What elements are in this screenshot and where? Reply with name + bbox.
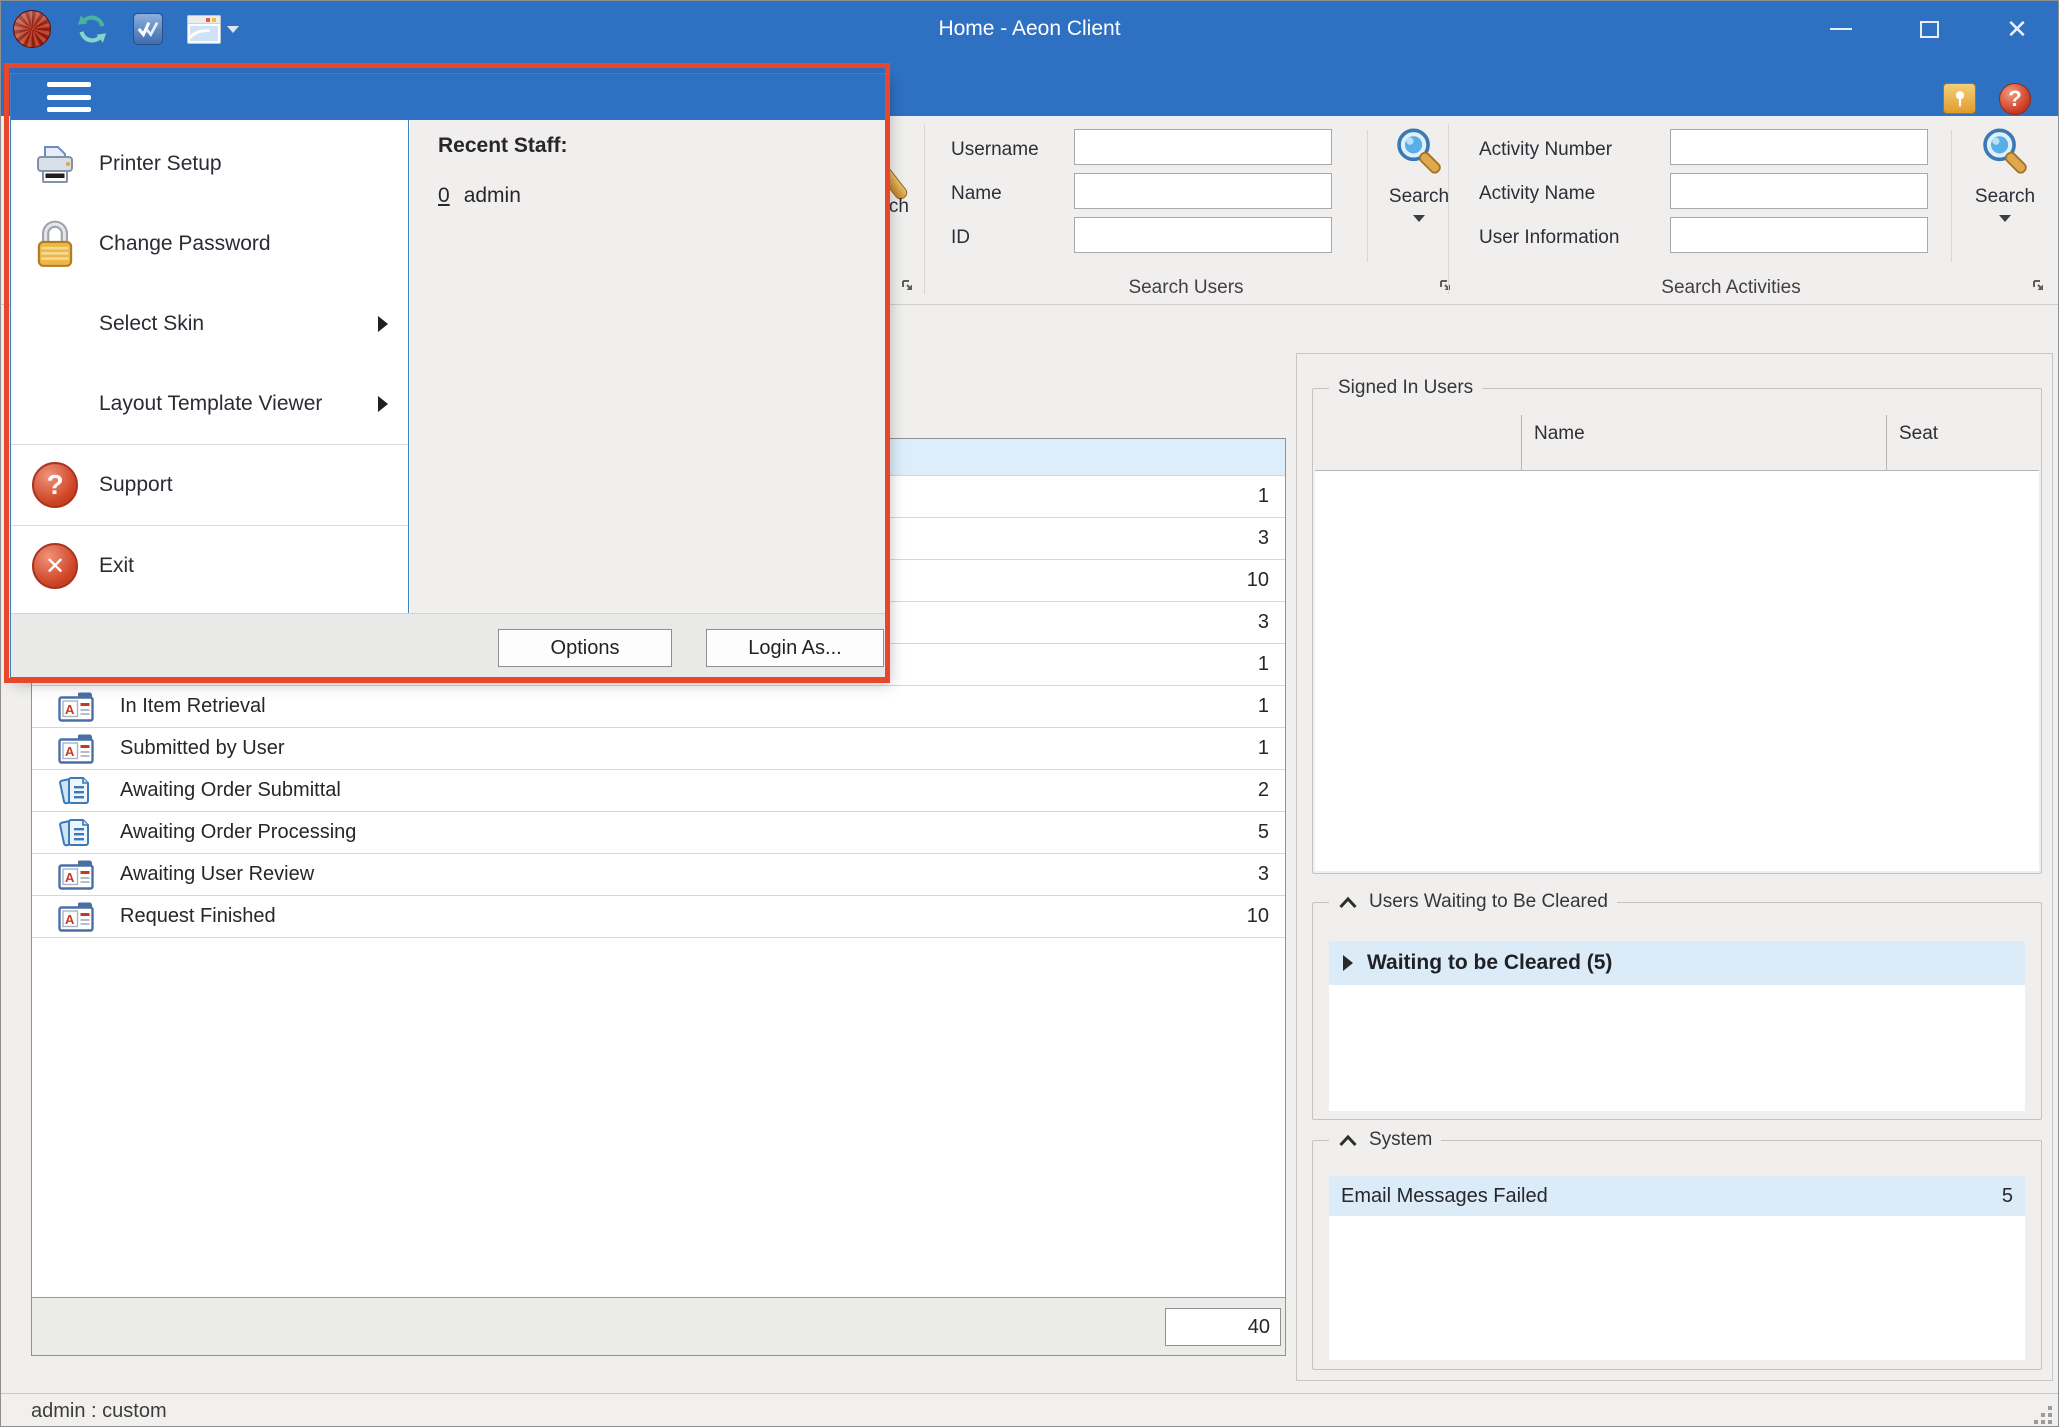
- status-bar: admin : custom: [1, 1393, 2058, 1427]
- request-icon: [58, 858, 94, 891]
- printer-icon: [31, 140, 79, 188]
- user-information-label: User Information: [1479, 227, 1619, 249]
- id-input[interactable]: [1074, 217, 1332, 253]
- right-panel: Signed In Users Name Seat Users Waiting …: [1296, 353, 2053, 1381]
- titlebar: Home - Aeon Client ✕: [1, 1, 2058, 57]
- table-row[interactable]: Awaiting Order Processing 5: [32, 812, 1285, 854]
- activity-number-label: Activity Number: [1479, 139, 1612, 161]
- collapse-chevron-icon[interactable]: [1338, 896, 1358, 909]
- submenu-arrow-icon: [378, 316, 388, 332]
- signed-in-users-group: Signed In Users Name Seat: [1312, 388, 2042, 874]
- waiting-to-be-cleared-band[interactable]: Waiting to be Cleared (5): [1329, 941, 2025, 985]
- email-messages-failed-band[interactable]: Email Messages Failed 5: [1329, 1176, 2025, 1216]
- user-information-input[interactable]: [1670, 217, 1928, 253]
- users-waiting-group: Users Waiting to Be Cleared Waiting to b…: [1312, 902, 2042, 1120]
- column-header-name[interactable]: Name: [1521, 415, 1886, 470]
- table-row[interactable]: Awaiting User Review 3: [32, 854, 1285, 896]
- search-activities-group-label: Search Activities: [1448, 277, 2014, 301]
- total-count: 40: [1165, 1308, 1281, 1346]
- activity-name-input[interactable]: [1670, 173, 1928, 209]
- system-body[interactable]: [1329, 1216, 2025, 1360]
- activity-number-input[interactable]: [1670, 129, 1928, 165]
- list-total-strip: 40: [32, 1297, 1285, 1355]
- request-icon: [58, 900, 94, 933]
- menu-item-change-password[interactable]: Change Password: [11, 204, 408, 284]
- status-user: admin : custom: [31, 1400, 167, 1423]
- menu-item-layout-template-viewer[interactable]: Layout Template Viewer: [11, 364, 408, 444]
- pin-ribbon-icon[interactable]: [1943, 83, 1976, 114]
- menu-item-printer-setup[interactable]: Printer Setup: [11, 124, 408, 204]
- group-separator: [924, 124, 925, 294]
- menu-item-select-skin[interactable]: Select Skin: [11, 284, 408, 364]
- login-as-button[interactable]: Login As...: [706, 629, 884, 667]
- minimize-button[interactable]: [1828, 16, 1854, 42]
- table-row[interactable]: Awaiting Order Submittal 2: [32, 770, 1285, 812]
- column-header[interactable]: [1315, 415, 1521, 470]
- hamburger-menu-icon[interactable]: [47, 82, 91, 112]
- order-icon: [58, 774, 94, 807]
- group-separator: [1448, 124, 1449, 294]
- signed-in-users-title: Signed In Users: [1338, 377, 1473, 399]
- table-row[interactable]: In Item Retrieval 1: [32, 686, 1285, 728]
- menu-item-exit[interactable]: ✕ Exit: [11, 526, 408, 606]
- search-icon: [1976, 124, 2034, 182]
- search-users-group-label: Search Users: [924, 277, 1448, 301]
- users-waiting-title: Users Waiting to Be Cleared: [1369, 891, 1608, 913]
- id-label: ID: [951, 227, 970, 249]
- system-group: System Email Messages Failed 5: [1312, 1140, 2042, 1370]
- recent-staff-panel: Recent Staff: 0admin: [410, 120, 885, 613]
- submenu-arrow-icon: [378, 396, 388, 412]
- help-icon[interactable]: ?: [1999, 83, 2031, 115]
- name-label: Name: [951, 183, 1002, 205]
- chevron-down-icon: [1413, 215, 1425, 222]
- waiting-list-body[interactable]: [1329, 985, 2025, 1111]
- expand-arrow-icon: [1343, 955, 1353, 971]
- dialog-launcher-icon[interactable]: [900, 278, 916, 294]
- name-input[interactable]: [1074, 173, 1332, 209]
- collapse-chevron-icon[interactable]: [1338, 1134, 1358, 1147]
- search-activities-button[interactable]: Search: [1960, 124, 2050, 222]
- table-row[interactable]: Request Finished 10: [32, 896, 1285, 938]
- table-row[interactable]: Submitted by User 1: [32, 728, 1285, 770]
- support-icon: ?: [32, 462, 78, 508]
- exit-icon: ✕: [32, 543, 78, 589]
- app-window: Home - Aeon Client ✕ ? Search Username N…: [0, 0, 2059, 1427]
- recent-staff-title: Recent Staff:: [438, 134, 885, 158]
- lock-icon: [32, 219, 78, 269]
- system-title: System: [1369, 1129, 1432, 1151]
- signed-in-users-header: Name Seat: [1315, 415, 2039, 471]
- close-button[interactable]: ✕: [2004, 16, 2030, 42]
- recent-staff-entry[interactable]: 0admin: [438, 184, 885, 208]
- menu-item-support[interactable]: ? Support: [11, 445, 408, 525]
- options-button[interactable]: Options: [498, 629, 672, 667]
- column-header-seat[interactable]: Seat: [1886, 415, 2039, 470]
- resize-grip[interactable]: [2048, 1420, 2052, 1424]
- username-input[interactable]: [1074, 129, 1332, 165]
- username-label: Username: [951, 139, 1039, 161]
- menu-item-list: Printer Setup Change Password Select Ski…: [11, 120, 409, 613]
- signed-in-users-body[interactable]: [1315, 471, 2039, 871]
- search-icon: [1390, 124, 1448, 182]
- menu-footer: Options Login As...: [11, 613, 885, 677]
- email-failed-count: 5: [2002, 1185, 2013, 1208]
- chevron-down-icon: [1999, 215, 2011, 222]
- dialog-launcher-icon[interactable]: [2031, 278, 2047, 294]
- request-icon: [58, 732, 94, 765]
- maximize-button[interactable]: [1916, 16, 1942, 42]
- order-icon: [58, 816, 94, 849]
- request-icon: [58, 690, 94, 723]
- activity-name-label: Activity Name: [1479, 183, 1595, 205]
- window-title: Home - Aeon Client: [1, 1, 2058, 57]
- search-users-button[interactable]: Search: [1374, 124, 1464, 222]
- application-menu: Printer Setup Change Password Select Ski…: [10, 73, 886, 678]
